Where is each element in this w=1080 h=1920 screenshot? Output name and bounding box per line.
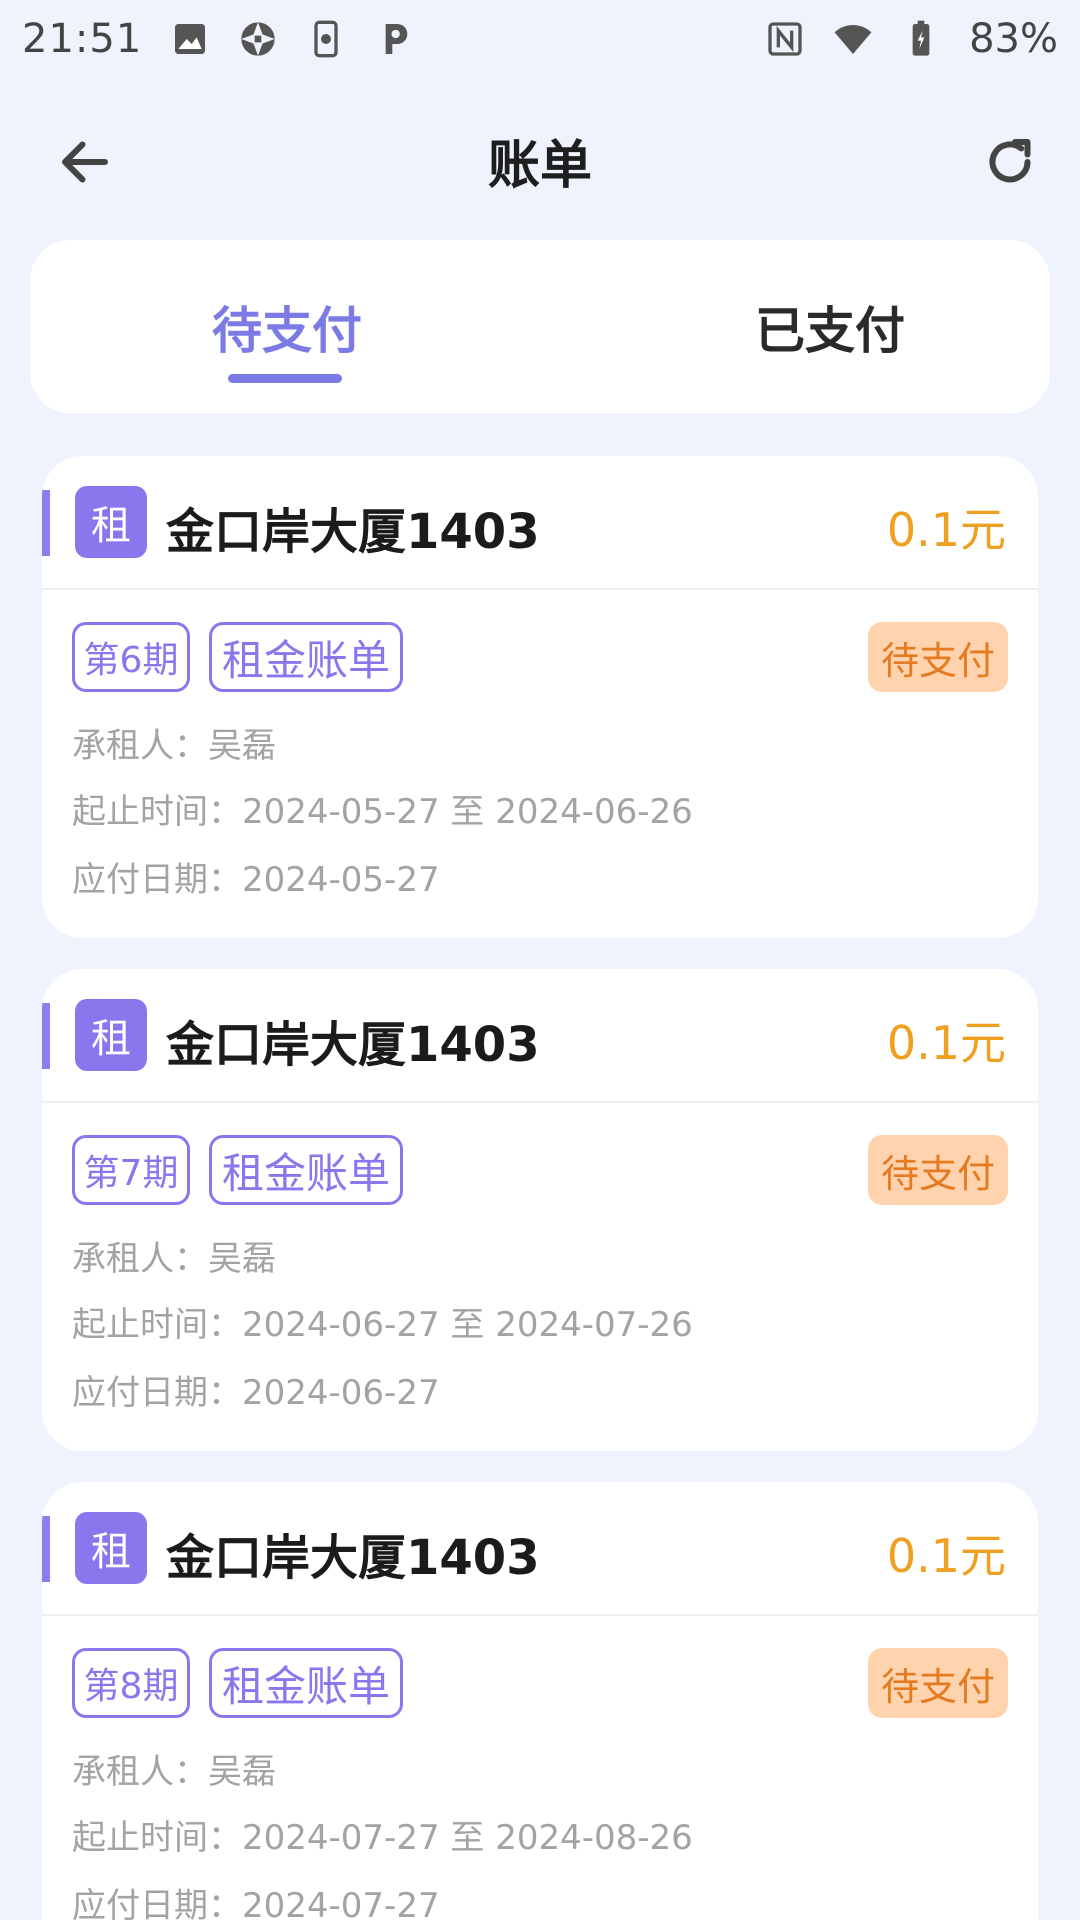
- tab-pending[interactable]: 待支付: [30, 240, 540, 413]
- rent-badge: 租: [75, 1512, 147, 1584]
- due-date-value: 2024-06-27: [242, 1373, 440, 1413]
- due-date-line: 应付日期：2024-06-27: [72, 1365, 440, 1414]
- date-range-line: 起止时间：2024-05-27 至 2024-06-26: [72, 784, 693, 833]
- card-header: 租 金口岸大厦1403 0.1元: [42, 969, 1038, 1103]
- status-left: 21:51: [22, 16, 414, 62]
- property-name: 金口岸大厦1403: [166, 504, 540, 560]
- tenant-label: 承租人：: [72, 726, 208, 766]
- status-time: 21:51: [22, 16, 143, 62]
- date-range-label: 起止时间：: [72, 1305, 242, 1345]
- card-header: 租 金口岸大厦1403 0.1元: [42, 1482, 1038, 1616]
- tenant-value: 吴磊: [208, 1752, 276, 1792]
- card-body: 第8期 租金账单 待支付 承租人：吴磊 起止时间：2024-07-27 至 20…: [42, 1616, 1038, 1920]
- accent-bar: [42, 1516, 50, 1582]
- card-header: 租 金口岸大厦1403 0.1元: [42, 456, 1038, 590]
- p-app-icon: [385, 24, 408, 54]
- due-date-line: 应付日期：2024-05-27: [72, 852, 440, 901]
- status-bar: 21:51 83%: [0, 0, 1080, 78]
- date-range-line: 起止时间：2024-06-27 至 2024-07-26: [72, 1297, 693, 1346]
- tenant-line: 承租人：吴磊: [72, 1744, 276, 1793]
- tenant-line: 承租人：吴磊: [72, 718, 276, 767]
- bill-type-tag: 租金账单: [209, 1135, 403, 1205]
- date-range-value: 2024-05-27 至 2024-06-26: [242, 792, 693, 832]
- bill-type-tag: 租金账单: [209, 622, 403, 692]
- due-date-label: 应付日期：: [72, 860, 242, 900]
- arrow-left-icon[interactable]: [55, 132, 115, 192]
- period-tag: 第7期: [72, 1135, 190, 1205]
- bill-amount: 0.1元: [886, 1016, 1006, 1070]
- property-name: 金口岸大厦1403: [166, 1530, 540, 1586]
- status-right: 83%: [765, 16, 1058, 62]
- refresh-icon[interactable]: [980, 132, 1040, 192]
- tenant-line: 承租人：吴磊: [72, 1231, 276, 1280]
- bill-type-tag: 租金账单: [209, 1648, 403, 1718]
- battery-icon: [912, 20, 930, 56]
- page-title: 账单: [487, 135, 592, 196]
- card-body: 第6期 租金账单 待支付 承租人：吴磊 起止时间：2024-05-27 至 20…: [42, 590, 1038, 936]
- tab-paid[interactable]: 已支付: [540, 240, 1050, 413]
- due-date-value: 2024-07-27: [242, 1886, 440, 1920]
- nfc-icon: [768, 22, 802, 56]
- date-range-label: 起止时间：: [72, 792, 242, 832]
- period-tag: 第8期: [72, 1648, 190, 1718]
- image-icon: [175, 24, 206, 54]
- bill-amount: 0.1元: [886, 1529, 1006, 1583]
- due-date-line: 应付日期：2024-07-27: [72, 1878, 440, 1920]
- card-body: 第7期 租金账单 待支付 承租人：吴磊 起止时间：2024-06-27 至 20…: [42, 1103, 1038, 1449]
- tab-indicator: [228, 374, 342, 383]
- tenant-value: 吴磊: [208, 726, 276, 766]
- bill-card[interactable]: 租 金口岸大厦1403 0.1元 第6期 租金账单 待支付 承租人：吴磊 起止时…: [42, 456, 1038, 938]
- date-range-label: 起止时间：: [72, 1818, 242, 1858]
- bill-amount: 0.1元: [886, 503, 1006, 557]
- status-badge: 待支付: [868, 1648, 1008, 1718]
- bill-card[interactable]: 租 金口岸大厦1403 0.1元 第8期 租金账单 待支付 承租人：吴磊 起止时…: [42, 1482, 1038, 1920]
- app-header: 账单: [0, 110, 1080, 210]
- due-date-value: 2024-05-27: [242, 860, 440, 900]
- date-range-line: 起止时间：2024-07-27 至 2024-08-26: [72, 1810, 693, 1859]
- date-range-value: 2024-07-27 至 2024-08-26: [242, 1818, 693, 1858]
- status-badge: 待支付: [868, 622, 1008, 692]
- tenant-value: 吴磊: [208, 1239, 276, 1279]
- bill-card[interactable]: 租 金口岸大厦1403 0.1元 第7期 租金账单 待支付 承租人：吴磊 起止时…: [42, 969, 1038, 1451]
- due-date-label: 应付日期：: [72, 1886, 242, 1920]
- date-range-value: 2024-06-27 至 2024-07-26: [242, 1305, 693, 1345]
- property-name: 金口岸大厦1403: [166, 1017, 540, 1073]
- tenant-label: 承租人：: [72, 1752, 208, 1792]
- status-badge: 待支付: [868, 1135, 1008, 1205]
- wifi-icon: [834, 25, 872, 54]
- accent-bar: [42, 490, 50, 556]
- accent-bar: [42, 1003, 50, 1069]
- bill-status-tabs: 待支付 已支付: [30, 240, 1050, 413]
- due-date-label: 应付日期：: [72, 1373, 242, 1413]
- phone-settings-icon: [314, 20, 338, 58]
- aperture-icon: [241, 22, 275, 56]
- rent-badge: 租: [75, 486, 147, 558]
- tenant-label: 承租人：: [72, 1239, 208, 1279]
- period-tag: 第6期: [72, 622, 190, 692]
- battery-percent: 83%: [969, 16, 1058, 62]
- rent-badge: 租: [75, 999, 147, 1071]
